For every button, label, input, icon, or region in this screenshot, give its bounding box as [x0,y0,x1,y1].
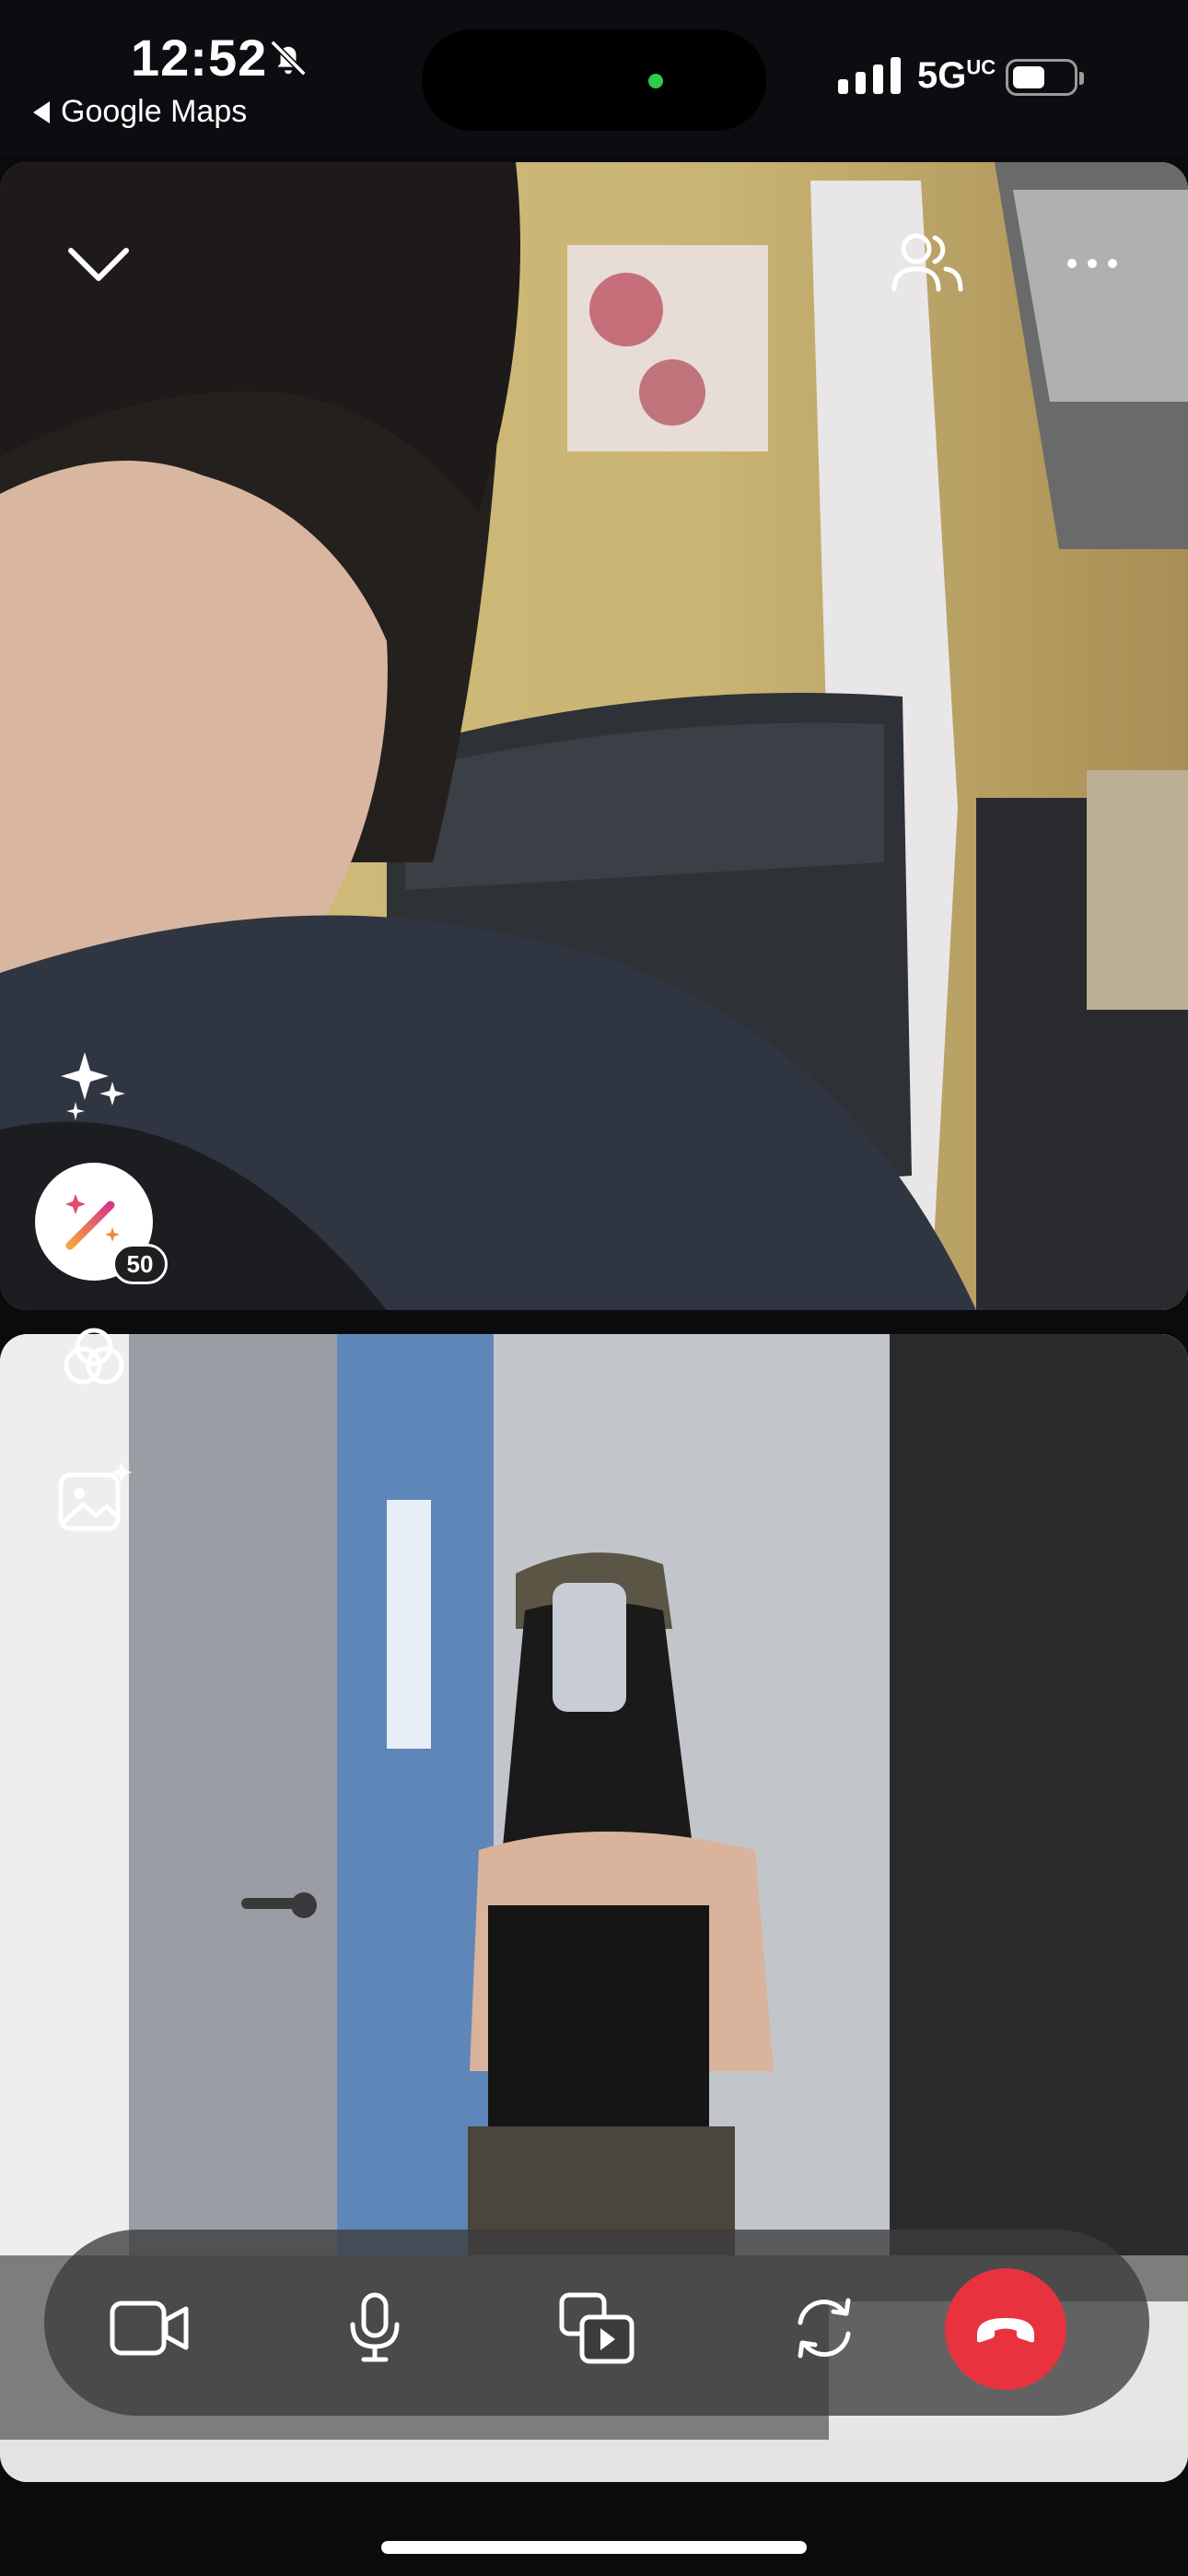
end-call-button[interactable] [945,2268,1066,2390]
media-share-icon [559,2292,635,2364]
back-to-app-link[interactable]: Google Maps [33,94,247,130]
camera-in-use-indicator [648,74,663,88]
people-icon [891,233,963,292]
cell-signal-icon [838,57,901,94]
share-media-button[interactable] [543,2274,652,2383]
bell-off-icon [270,40,307,76]
status-bar: 12:52 Google Maps 5GUC [0,0,1188,157]
collapse-call-button[interactable] [59,230,138,297]
camera-toggle-button[interactable] [96,2274,204,2383]
flip-camera-icon [798,2298,851,2359]
remote-video-image [0,162,1188,1310]
status-time: 12:52 [131,29,268,87]
home-indicator[interactable] [381,2541,807,2554]
sparkles-icon [61,1052,125,1120]
more-options-button[interactable] [1059,240,1125,287]
microphone-toggle-button[interactable] [320,2274,429,2383]
dynamic-island [422,29,766,131]
participants-button[interactable] [886,225,969,299]
remote-video-feed [0,162,1188,1310]
more-icon [1067,259,1117,268]
backgrounds-button[interactable] [53,1456,136,1539]
battery-icon [1006,59,1084,96]
ai-effects-button[interactable] [52,1041,136,1126]
image-sparkle-icon [58,1462,132,1531]
network-type: 5GUC [917,55,996,96]
phone-hangup-icon [977,2318,1034,2343]
flip-camera-button[interactable] [770,2274,879,2383]
overlap-circles-icon [64,1328,124,1385]
chevron-down-icon [68,248,129,281]
effects-count-badge: 50 [112,1244,168,1284]
filters-button[interactable] [53,1317,134,1399]
microphone-icon [350,2292,400,2362]
back-app-label: Google Maps [61,94,248,129]
video-camera-icon [110,2301,189,2356]
back-arrow-icon [33,100,50,123]
